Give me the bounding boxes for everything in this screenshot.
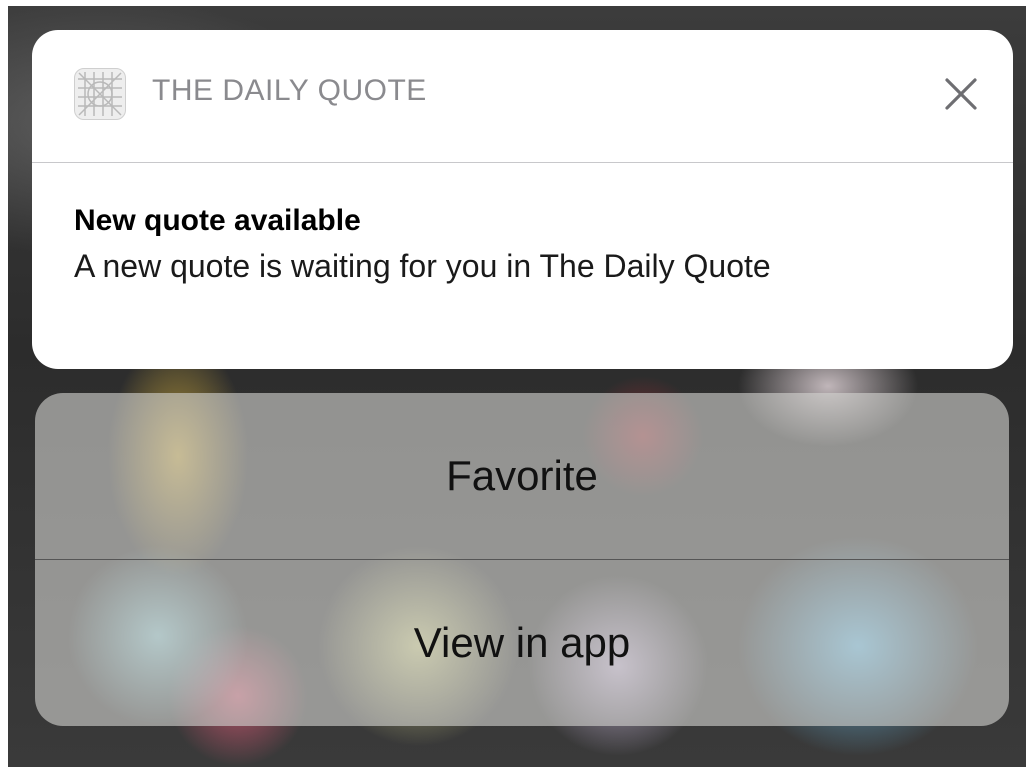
action-sheet: Favorite View in app <box>35 393 1009 726</box>
favorite-button[interactable]: Favorite <box>35 393 1009 559</box>
notification-body: New quote available A new quote is waiti… <box>32 163 1013 291</box>
notification-text: A new quote is waiting for you in The Da… <box>74 248 771 284</box>
view-in-app-button[interactable]: View in app <box>35 559 1009 726</box>
notification-title: New quote available <box>74 204 361 237</box>
notification-card[interactable]: THE DAILY QUOTE New quote available A ne… <box>32 30 1013 369</box>
close-icon[interactable] <box>939 72 983 116</box>
blurred-background: THE DAILY QUOTE New quote available A ne… <box>8 6 1026 767</box>
app-name: THE DAILY QUOTE <box>152 74 427 107</box>
notification-header: THE DAILY QUOTE <box>32 30 1013 163</box>
grid-icon <box>74 68 126 120</box>
